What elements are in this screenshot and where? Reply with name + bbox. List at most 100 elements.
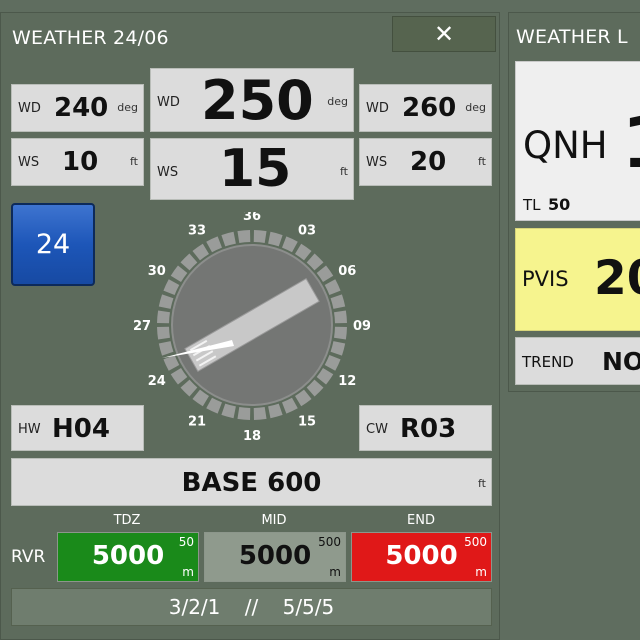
wd-label: WD xyxy=(18,101,41,116)
rvr-trend-footer: 3/2/1 // 5/5/5 xyxy=(11,588,492,626)
compass-ring-segment xyxy=(206,236,222,253)
hw-label: HW xyxy=(18,422,41,437)
trend-box[interactable]: TREND NO xyxy=(515,337,640,385)
compass-ring-segment xyxy=(221,403,236,419)
rvr-tdz-value: 5000 xyxy=(91,541,165,571)
wd-value: 240 xyxy=(54,93,109,123)
trend-value: NO xyxy=(602,347,640,376)
ws-value: 20 xyxy=(410,147,447,177)
wd-label: WD xyxy=(366,101,389,116)
compass-tick-label: 36 xyxy=(243,212,261,224)
wind-direction-left[interactable]: WD 240 deg xyxy=(11,84,144,132)
compass-ring-segment xyxy=(316,367,334,385)
compass-ring-segment xyxy=(157,310,170,324)
compass-tick-label: 33 xyxy=(188,224,206,239)
rvr-end[interactable]: 5000 500 m xyxy=(351,532,492,582)
rvr-end-top: 500 xyxy=(464,535,487,549)
close-icon: ✕ xyxy=(433,20,455,48)
compass-ring-segment xyxy=(324,355,341,371)
compass-ring-segment xyxy=(163,355,180,371)
base-value: BASE 600 xyxy=(181,468,322,498)
compass-ring-segment xyxy=(282,236,298,253)
compass-tick-label: 27 xyxy=(133,319,151,334)
compass-ring-segment xyxy=(221,231,236,247)
tl-label: TL xyxy=(523,196,541,214)
cloud-base-box[interactable]: BASE 600 ft xyxy=(11,458,492,506)
crosswind-box: CW R03 xyxy=(359,405,492,451)
compass-ring-segment xyxy=(170,367,188,385)
compass-ring-segment xyxy=(294,389,312,407)
footer-left: 3/2/1 xyxy=(168,595,221,619)
wd-unit: deg xyxy=(117,101,138,114)
compass-ring-segment xyxy=(163,279,180,295)
ws-value: 15 xyxy=(219,139,292,199)
rvr-tdz-top: 50 xyxy=(178,535,194,549)
compass-ring-segment xyxy=(330,341,346,356)
compass-ring-segment xyxy=(268,231,283,247)
compass-ring-segment xyxy=(237,230,251,243)
hw-value: H04 xyxy=(52,414,110,444)
pvis-label: PVIS xyxy=(522,267,569,291)
compass-ring-segment xyxy=(334,310,347,324)
wind-speed-right[interactable]: WS 20 ft xyxy=(359,138,492,186)
pvis-box[interactable]: PVIS 20 xyxy=(515,228,640,331)
compass-ring-segment xyxy=(324,279,341,295)
ws-value: 10 xyxy=(62,147,99,177)
rvr-mid-top: 500 xyxy=(318,535,341,549)
compass-tick-label: 03 xyxy=(298,224,316,239)
weather-l-title: WEATHER L xyxy=(516,26,628,48)
wd-value: 260 xyxy=(402,93,457,123)
tl-value: 50 xyxy=(548,195,571,214)
wd-unit: deg xyxy=(327,95,348,108)
wind-direction-right[interactable]: WD 260 deg xyxy=(359,84,492,132)
compass-ring-segment xyxy=(158,294,174,309)
ws-unit: ft xyxy=(130,155,138,168)
compass-tick-label: 21 xyxy=(188,414,206,429)
rvr-mid[interactable]: 5000 500 m xyxy=(204,532,346,582)
ws-unit: ft xyxy=(478,155,486,168)
wind-direction-center[interactable]: WD 250 deg xyxy=(150,68,354,132)
qnh-label: QNH xyxy=(523,124,608,167)
footer-sep: // xyxy=(244,595,259,619)
base-unit: ft xyxy=(478,477,486,490)
rvr-label: RVR xyxy=(11,547,46,567)
compass-tick-label: 30 xyxy=(148,264,166,279)
rvr-tdz[interactable]: 5000 50 m xyxy=(57,532,199,582)
qnh-box[interactable]: QNH 1 TL 50 xyxy=(515,61,640,221)
compass-ring-segment xyxy=(294,243,312,261)
ws-unit: ft xyxy=(340,165,348,178)
wind-speed-left[interactable]: WS 10 ft xyxy=(11,138,144,186)
compass-tick-label: 12 xyxy=(338,374,356,389)
compass-ring-segment xyxy=(316,265,334,283)
compass-ring-segment xyxy=(237,407,251,420)
runway-24-button[interactable]: 24 xyxy=(11,203,95,286)
compass-tick-label: 06 xyxy=(338,264,356,279)
close-button[interactable]: ✕ xyxy=(392,16,496,52)
wind-compass: 36 03 06 09 12 15 18 21 24 27 30 33 xyxy=(133,212,370,442)
compass-ring-segment xyxy=(268,403,283,419)
headwind-box: HW H04 xyxy=(11,405,144,451)
wind-speed-center[interactable]: WS 15 ft xyxy=(150,138,354,200)
qnh-value: 1 xyxy=(622,102,640,184)
rvr-end-header: END xyxy=(407,513,435,528)
wd-label: WD xyxy=(157,95,180,110)
weather-panel-title: WEATHER 24/06 xyxy=(12,27,169,49)
rvr-mid-header: MID xyxy=(261,513,287,528)
compass-tick-label: 09 xyxy=(353,319,370,334)
compass-ring-segment xyxy=(192,243,210,261)
cw-label: CW xyxy=(366,422,388,437)
wd-value: 250 xyxy=(201,69,314,132)
rvr-tdz-unit: m xyxy=(182,565,194,579)
ws-label: WS xyxy=(366,155,388,170)
compass-ring-segment xyxy=(334,326,347,340)
compass-tick-label: 15 xyxy=(298,414,316,429)
rvr-mid-unit: m xyxy=(329,565,341,579)
compass-ring-segment xyxy=(170,265,188,283)
compass-ring-segment xyxy=(282,397,298,414)
runway-button-label: 24 xyxy=(35,229,71,260)
compass-ring-segment xyxy=(157,326,170,340)
footer-right: 5/5/5 xyxy=(282,595,335,619)
compass-ring-segment xyxy=(253,230,267,243)
ws-label: WS xyxy=(157,165,179,180)
rvr-end-unit: m xyxy=(475,565,487,579)
